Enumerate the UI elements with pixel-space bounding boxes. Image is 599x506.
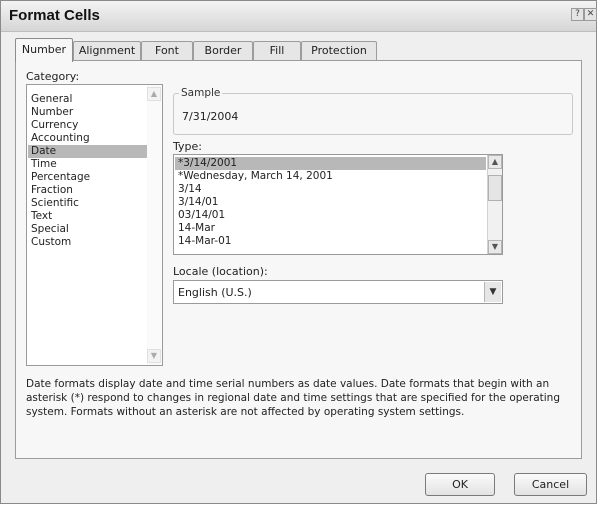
- scroll-thumb[interactable]: [488, 175, 502, 201]
- category-item-percentage[interactable]: Percentage: [28, 171, 161, 184]
- number-tab-panel: Category: General Number Currency Accoun…: [15, 60, 582, 459]
- category-item-text[interactable]: Text: [28, 210, 161, 223]
- category-item-date[interactable]: Date: [28, 145, 161, 158]
- type-item[interactable]: *3/14/2001: [175, 157, 486, 170]
- category-item-special[interactable]: Special: [28, 223, 161, 236]
- category-listbox[interactable]: General Number Currency Accounting Date …: [26, 84, 163, 366]
- category-item-accounting[interactable]: Accounting: [28, 132, 161, 145]
- tab-border[interactable]: Border: [193, 41, 253, 61]
- type-label: Type:: [173, 140, 202, 153]
- type-item[interactable]: 03/14/01: [175, 209, 486, 222]
- scroll-down-icon[interactable]: ▼: [147, 349, 161, 363]
- cancel-button[interactable]: Cancel: [514, 473, 587, 496]
- sample-label: Sample: [179, 87, 223, 99]
- sample-value: 7/31/2004: [182, 110, 239, 123]
- category-description: Date formats display date and time seria…: [26, 378, 560, 418]
- type-item[interactable]: 3/14: [175, 183, 486, 196]
- type-item[interactable]: 14-Mar: [175, 222, 486, 235]
- help-icon[interactable]: ?: [571, 8, 584, 21]
- scroll-up-icon[interactable]: ▲: [147, 87, 161, 101]
- category-scrollbar[interactable]: ▲ ▼: [147, 85, 162, 365]
- sample-groupbox: Sample 7/31/2004: [173, 87, 573, 135]
- type-item[interactable]: 14-Mar-01: [175, 235, 486, 248]
- category-item-currency[interactable]: Currency: [28, 119, 161, 132]
- scroll-down-icon[interactable]: ▼: [488, 240, 502, 254]
- category-item-general[interactable]: General: [28, 93, 161, 106]
- category-item-custom[interactable]: Custom: [28, 236, 161, 249]
- title-bar: Format Cells ? ✕: [1, 1, 597, 32]
- locale-value: English (U.S.): [178, 286, 252, 299]
- tab-font[interactable]: Font: [141, 41, 193, 61]
- locale-select[interactable]: English (U.S.) ▼: [173, 280, 503, 304]
- type-item[interactable]: 3/14/01: [175, 196, 486, 209]
- category-item-scientific[interactable]: Scientific: [28, 197, 161, 210]
- chevron-down-icon[interactable]: ▼: [484, 282, 501, 302]
- type-scrollbar[interactable]: ▲ ▼: [487, 155, 502, 254]
- scroll-up-icon[interactable]: ▲: [488, 155, 502, 169]
- type-item[interactable]: *Wednesday, March 14, 2001: [175, 170, 486, 183]
- locale-label: Locale (location):: [173, 265, 268, 278]
- ok-button[interactable]: OK: [425, 473, 495, 496]
- type-listbox[interactable]: *3/14/2001 *Wednesday, March 14, 2001 3/…: [173, 154, 503, 255]
- category-item-fraction[interactable]: Fraction: [28, 184, 161, 197]
- format-cells-dialog: Format Cells ? ✕ Number Alignment Font B…: [0, 0, 597, 504]
- dialog-title: Format Cells: [9, 7, 100, 24]
- tab-protection[interactable]: Protection: [301, 41, 377, 61]
- close-icon[interactable]: ✕: [584, 8, 597, 21]
- category-label: Category:: [26, 70, 80, 83]
- category-item-time[interactable]: Time: [28, 158, 161, 171]
- category-item-number[interactable]: Number: [28, 106, 161, 119]
- tab-alignment[interactable]: Alignment: [73, 41, 141, 61]
- tab-fill[interactable]: Fill: [253, 41, 301, 61]
- tab-number[interactable]: Number: [15, 38, 73, 62]
